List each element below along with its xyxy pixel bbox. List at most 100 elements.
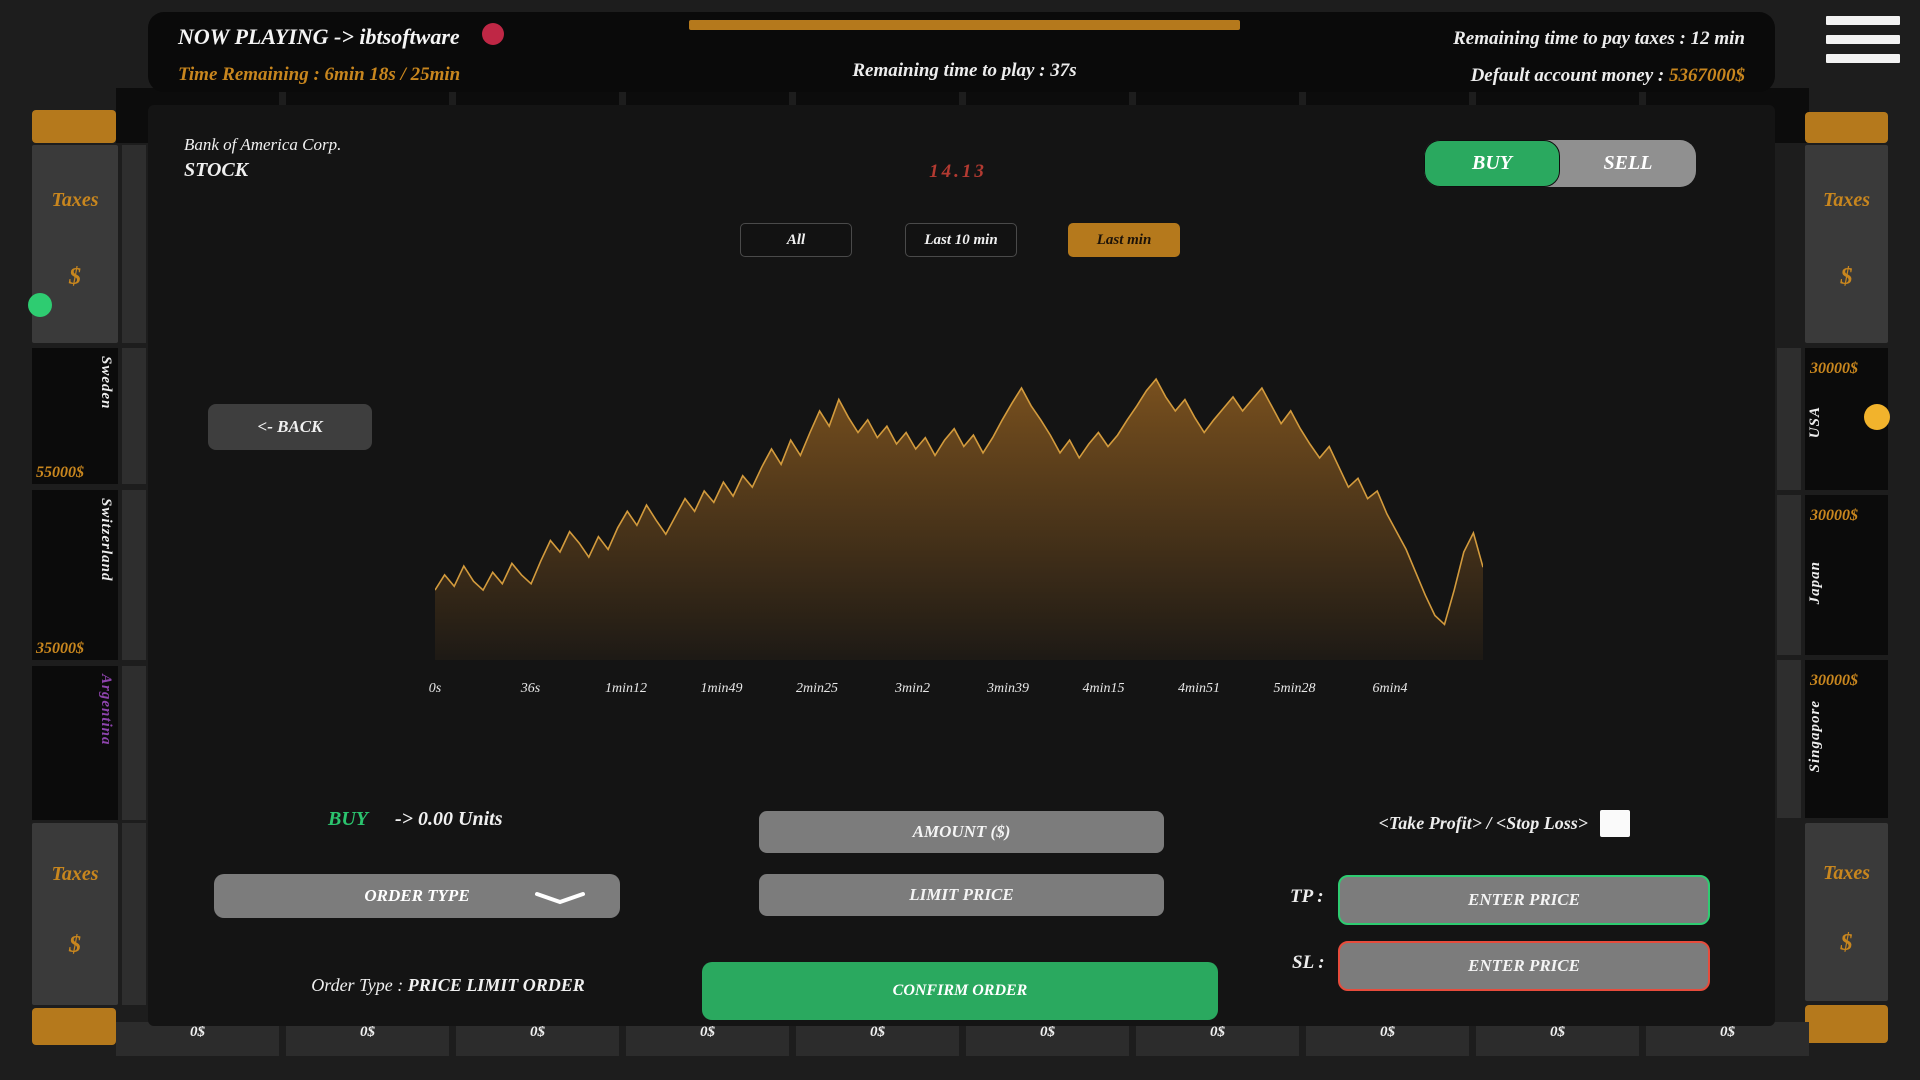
tile-band — [122, 490, 146, 660]
account-money-value: 5367000$ — [1669, 65, 1745, 86]
board-corner-bottom-left — [32, 1008, 116, 1045]
board-bottom-tile: 0$ — [796, 1022, 959, 1056]
tile-band — [122, 145, 146, 343]
dollar-symbol: $ — [1805, 264, 1888, 291]
amount-input[interactable] — [759, 811, 1164, 853]
tax-tile-label: Taxes — [32, 863, 118, 886]
now-playing-text: NOW PLAYING -> ibtsoftware — [178, 24, 460, 50]
remaining-play-text: Remaining time to play : 37s — [689, 60, 1240, 82]
board-bottom-tile: 0$ — [1306, 1022, 1469, 1056]
tile-taxes-bottom-left: Taxes $ — [32, 823, 118, 1005]
order-units-text: -> 0.00 Units — [395, 808, 503, 831]
tax-tile-label: Taxes — [1805, 862, 1888, 885]
confirm-order-button[interactable]: CONFIRM ORDER — [702, 962, 1218, 1020]
tile-price: 0$ — [700, 1024, 715, 1040]
board-bottom-tile: 0$ — [966, 1022, 1129, 1056]
tile-country-name: Sweden — [97, 356, 114, 410]
tile-singapore: 30000$ Singapore — [1805, 660, 1888, 818]
x-axis-label: 3min39 — [987, 681, 1029, 697]
chart-area-fill — [435, 379, 1483, 660]
filter-last10min-button[interactable]: Last 10 min — [905, 223, 1017, 257]
stop-loss-input[interactable] — [1338, 941, 1710, 991]
company-name: Bank of America Corp. — [184, 135, 341, 155]
order-type-value: PRICE LIMIT ORDER — [408, 975, 585, 995]
board-bottom-tile: 0$ — [286, 1022, 449, 1056]
board-bottom-tile: 0$ — [116, 1022, 279, 1056]
order-type-summary: Order Type : PRICE LIMIT ORDER — [248, 975, 648, 996]
x-axis-label: 3min2 — [895, 681, 930, 697]
tile-price: 0$ — [1040, 1024, 1055, 1040]
tp-label: TP : — [1290, 886, 1324, 908]
tile-band — [122, 823, 146, 1005]
limit-price-input[interactable] — [759, 874, 1164, 916]
x-axis-label: 1min12 — [605, 681, 647, 697]
x-axis-label: 2min25 — [796, 681, 838, 697]
x-axis-label: 0s — [429, 681, 441, 697]
top-bar: NOW PLAYING -> ibtsoftware Time Remainin… — [148, 12, 1775, 92]
tile-price: 55000$ — [36, 464, 84, 482]
trading-panel: Bank of America Corp. STOCK 14.13 BUY SE… — [148, 105, 1775, 1026]
filter-lastmin-button[interactable]: Last min — [1068, 223, 1180, 257]
board-corner-top-left — [32, 110, 116, 143]
filter-all-button[interactable]: All — [740, 223, 852, 257]
board-bottom-tile: 0$ — [456, 1022, 619, 1056]
dollar-symbol: $ — [1805, 930, 1888, 957]
x-axis-label: 6min4 — [1373, 681, 1408, 697]
tile-country-name: Japan — [1807, 561, 1824, 604]
order-side-label: BUY — [328, 808, 368, 831]
tile-price: 0$ — [1550, 1024, 1565, 1040]
remaining-taxes-text: Remaining time to pay taxes : 12 min — [1325, 28, 1745, 50]
tile-band — [1777, 660, 1801, 818]
tile-band — [122, 348, 146, 484]
tile-argentina: Argentina — [32, 666, 118, 820]
hamburger-bar — [1826, 35, 1900, 44]
take-profit-input[interactable] — [1338, 875, 1710, 925]
x-axis-label: 4min51 — [1178, 681, 1220, 697]
player-status-dot — [482, 23, 504, 45]
tile-band — [122, 666, 146, 820]
tile-country-name: Singapore — [1807, 700, 1824, 772]
board-corner-top-right — [1805, 112, 1888, 143]
tile-price: 0$ — [1720, 1024, 1735, 1040]
player-token-yellow — [1864, 404, 1890, 430]
time-remaining-text: Time Remaining : 6min 18s / 25min — [178, 64, 460, 86]
tile-price: 30000$ — [1810, 672, 1858, 690]
tile-switzerland: Switzerland 35000$ — [32, 490, 118, 660]
menu-hamburger-icon[interactable] — [1826, 16, 1900, 64]
game-screen: Taxes $ Sweden 55000$ Switzerland 35000$… — [0, 0, 1920, 1080]
asset-type: STOCK — [184, 159, 248, 182]
tile-band — [1777, 348, 1801, 490]
tp-sl-checkbox[interactable] — [1600, 810, 1630, 837]
tile-taxes-top-right: Taxes $ — [1805, 145, 1888, 343]
tile-price: 30000$ — [1810, 507, 1858, 525]
tile-price: 0$ — [360, 1024, 375, 1040]
buy-tab[interactable]: BUY — [1424, 140, 1560, 187]
board-bottom-tile: 0$ — [1646, 1022, 1809, 1056]
order-type-dropdown[interactable]: ORDER TYPE — [214, 874, 620, 918]
buy-sell-toggle: BUY SELL — [1424, 140, 1696, 187]
board-corner-bottom-right — [1805, 1005, 1888, 1043]
player-token-green — [28, 293, 52, 317]
tile-price: 0$ — [870, 1024, 885, 1040]
stock-price: 14.13 — [848, 161, 1068, 183]
x-axis-label: 36s — [521, 681, 540, 697]
tile-price: 35000$ — [36, 640, 84, 658]
sl-label: SL : — [1292, 952, 1325, 974]
tile-country-name: Switzerland — [97, 498, 114, 582]
x-axis-label: 1min49 — [701, 681, 743, 697]
tile-price: 30000$ — [1810, 360, 1858, 378]
tile-taxes-bottom-right: Taxes $ — [1805, 823, 1888, 1001]
sell-tab[interactable]: SELL — [1560, 140, 1696, 187]
tile-sweden: Sweden 55000$ — [32, 348, 118, 484]
tile-price: 0$ — [1210, 1024, 1225, 1040]
tile-country-name: USA — [1807, 406, 1824, 438]
tile-price: 0$ — [190, 1024, 205, 1040]
x-axis-label: 4min15 — [1083, 681, 1125, 697]
back-button[interactable]: <- BACK — [208, 404, 372, 450]
tp-sl-label: <Take Profit> / <Stop Loss> — [1148, 813, 1588, 834]
tile-country-name: Argentina — [97, 674, 114, 746]
dollar-symbol: $ — [32, 932, 118, 959]
hamburger-bar — [1826, 16, 1900, 25]
dollar-symbol: $ — [32, 264, 118, 291]
account-money-text: Default account money : 5367000$ — [1325, 65, 1745, 87]
